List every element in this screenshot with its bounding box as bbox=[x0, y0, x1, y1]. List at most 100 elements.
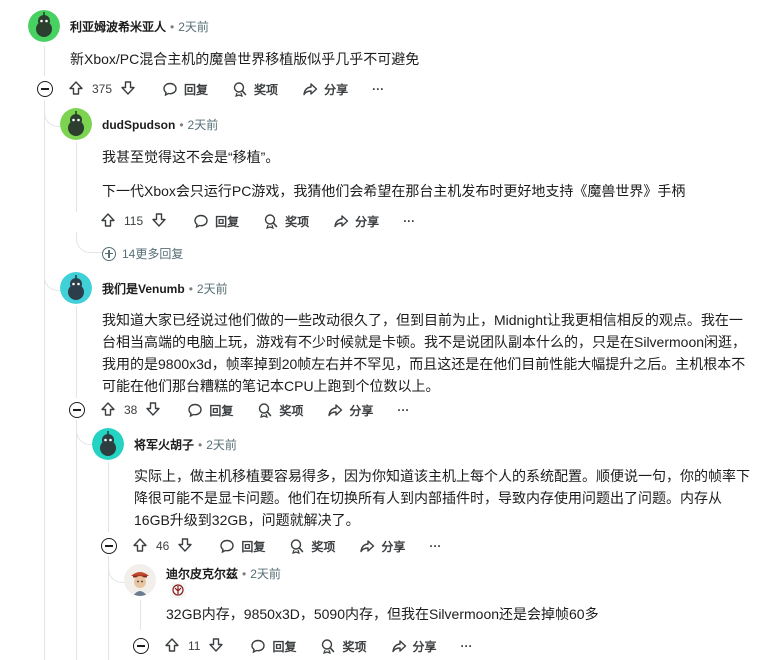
reply-label: 回复 bbox=[184, 82, 209, 97]
comment-actions: 11 回复 奖项 分享 ··· bbox=[164, 634, 497, 658]
comment-body: 我甚至觉得这不会是“移植”。 下一代Xbox会只运行PC游戏，我猜他们会希望在那… bbox=[102, 146, 762, 202]
collapse-toggle[interactable] bbox=[101, 538, 117, 554]
username[interactable]: 我们是Venumb bbox=[102, 282, 185, 296]
downvote-button[interactable] bbox=[177, 537, 193, 556]
vote-group: 38 bbox=[100, 401, 161, 420]
timestamp: 2天前 bbox=[178, 20, 209, 34]
reply-button[interactable]: 回复 bbox=[219, 538, 265, 555]
share-arrow-icon bbox=[360, 540, 375, 553]
arrow-up-icon bbox=[69, 80, 83, 95]
ellipsis-icon: ··· bbox=[403, 214, 416, 228]
speech-bubble-icon bbox=[188, 403, 203, 418]
username[interactable]: 利亚姆波希米亚人 bbox=[70, 20, 166, 34]
comment-actions: 46 回复 奖项 分享 ··· bbox=[132, 534, 465, 558]
comment-text: 新Xbox/PC混合主机的魔兽世界移植版似乎几乎不可避免 bbox=[70, 51, 420, 67]
share-arrow-icon bbox=[391, 640, 406, 653]
award-icon bbox=[322, 639, 335, 654]
collapse-toggle[interactable] bbox=[37, 81, 53, 97]
thread-line bbox=[108, 462, 109, 532]
vote-count: 115 bbox=[124, 214, 144, 228]
avatar[interactable] bbox=[124, 564, 156, 596]
downvote-button[interactable] bbox=[145, 401, 161, 420]
reply-button[interactable]: 回复 bbox=[162, 81, 208, 98]
reply-label: 回复 bbox=[215, 214, 240, 229]
share-label: 分享 bbox=[349, 403, 374, 418]
more-options-button[interactable]: ··· bbox=[461, 639, 473, 653]
share-label: 分享 bbox=[381, 539, 406, 554]
more-replies-label: 14更多回复 bbox=[122, 247, 184, 261]
thread-line bbox=[76, 306, 77, 398]
upvote-button[interactable] bbox=[164, 637, 180, 656]
timestamp: 2天前 bbox=[187, 118, 219, 132]
comment-header: 利亚姆波希米亚人 • 2天前 bbox=[70, 18, 209, 35]
thread-line bbox=[76, 420, 77, 660]
collapse-toggle[interactable] bbox=[69, 402, 85, 418]
username[interactable]: dudSpudson bbox=[102, 118, 175, 132]
share-button[interactable]: 分享 bbox=[327, 402, 373, 419]
speech-bubble-icon bbox=[251, 639, 266, 654]
speech-bubble-icon bbox=[220, 539, 235, 554]
comment-header: 迪尔皮克尔兹 • 2天前 bbox=[166, 565, 281, 582]
comment-text: 实际上，做主机移植要容易得多，因为你知道该主机上每个人的系统配置。顺便说一句，你… bbox=[134, 468, 750, 528]
ellipsis-icon: ··· bbox=[372, 82, 385, 96]
arrow-down-icon bbox=[146, 401, 161, 416]
share-button[interactable]: 分享 bbox=[333, 213, 379, 230]
comment-header: 我们是Venumb • 2天前 bbox=[102, 280, 228, 297]
avatar[interactable] bbox=[60, 108, 92, 140]
upvote-button[interactable] bbox=[100, 401, 116, 420]
more-options-button[interactable]: ··· bbox=[397, 403, 409, 417]
upvote-button[interactable] bbox=[100, 212, 116, 231]
username[interactable]: 迪尔皮克尔兹 bbox=[166, 567, 238, 581]
reply-label: 回复 bbox=[209, 403, 234, 418]
collapse-toggle[interactable] bbox=[133, 638, 149, 654]
more-options-button[interactable]: ··· bbox=[372, 82, 384, 96]
comment-text: 下一代Xbox会只运行PC游戏，我猜他们会希望在那台主机发布时更好地支持《魔兽世… bbox=[102, 183, 686, 199]
speech-bubble-icon bbox=[163, 82, 177, 97]
share-arrow-icon bbox=[303, 83, 318, 96]
award-button[interactable]: 奖项 bbox=[263, 213, 309, 230]
reply-button[interactable]: 回复 bbox=[250, 638, 296, 655]
upvote-button[interactable] bbox=[132, 537, 148, 556]
downvote-button[interactable] bbox=[208, 637, 224, 656]
share-button[interactable]: 分享 bbox=[391, 638, 437, 655]
share-arrow-icon bbox=[334, 215, 349, 228]
award-icon bbox=[264, 214, 278, 229]
username[interactable]: 将军火胡子 bbox=[134, 438, 194, 452]
comment-actions: 38 回复 奖项 分享 ··· bbox=[100, 398, 433, 422]
downvote-button[interactable] bbox=[120, 80, 136, 99]
share-button[interactable]: 分享 bbox=[302, 81, 348, 98]
reply-label: 回复 bbox=[272, 639, 297, 654]
share-button[interactable]: 分享 bbox=[359, 538, 405, 555]
comment-text: 我甚至觉得这不会是“移植”。 bbox=[102, 149, 280, 165]
vote-group: 11 bbox=[164, 637, 224, 656]
avatar[interactable] bbox=[92, 428, 124, 460]
separator-dot: • bbox=[198, 438, 203, 452]
vote-count: 375 bbox=[92, 82, 113, 96]
comment-text: 我知道大家已经说过他们做的一些改动很久了，但到目前为止，Midnight让我更相… bbox=[102, 312, 747, 394]
comment-actions: 375 回复 奖项 分享 ··· bbox=[68, 77, 408, 101]
arrow-up-icon bbox=[101, 212, 115, 227]
reply-button[interactable]: 回复 bbox=[187, 402, 233, 419]
speech-bubble-icon bbox=[194, 214, 208, 229]
reply-button[interactable]: 回复 bbox=[193, 213, 239, 230]
avatar[interactable] bbox=[28, 10, 60, 42]
separator-dot: • bbox=[179, 118, 184, 132]
comment-body: 32GB内存，9850x3D，5090内存，但我在Silvermoon还是会掉帧… bbox=[166, 603, 756, 625]
arrow-down-icon bbox=[209, 637, 224, 652]
upvote-button[interactable] bbox=[68, 80, 84, 99]
comment-body: 我知道大家已经说过他们做的一些改动很久了，但到目前为止，Midnight让我更相… bbox=[102, 309, 750, 397]
award-label: 奖项 bbox=[285, 214, 310, 229]
avatar[interactable] bbox=[60, 272, 92, 304]
award-button[interactable]: 奖项 bbox=[289, 538, 335, 555]
award-button[interactable]: 奖项 bbox=[257, 402, 303, 419]
more-options-button[interactable]: ··· bbox=[403, 214, 415, 228]
award-button[interactable]: 奖项 bbox=[320, 638, 367, 655]
award-button[interactable]: 奖项 bbox=[232, 81, 278, 98]
separator-dot: • bbox=[242, 567, 247, 581]
downvote-button[interactable] bbox=[151, 212, 167, 231]
arrow-up-icon bbox=[101, 401, 115, 416]
more-options-button[interactable]: ··· bbox=[429, 539, 441, 553]
share-label: 分享 bbox=[412, 639, 437, 654]
plus-circle-icon bbox=[102, 246, 116, 261]
more-replies-link[interactable]: 14更多回复 bbox=[102, 245, 183, 262]
